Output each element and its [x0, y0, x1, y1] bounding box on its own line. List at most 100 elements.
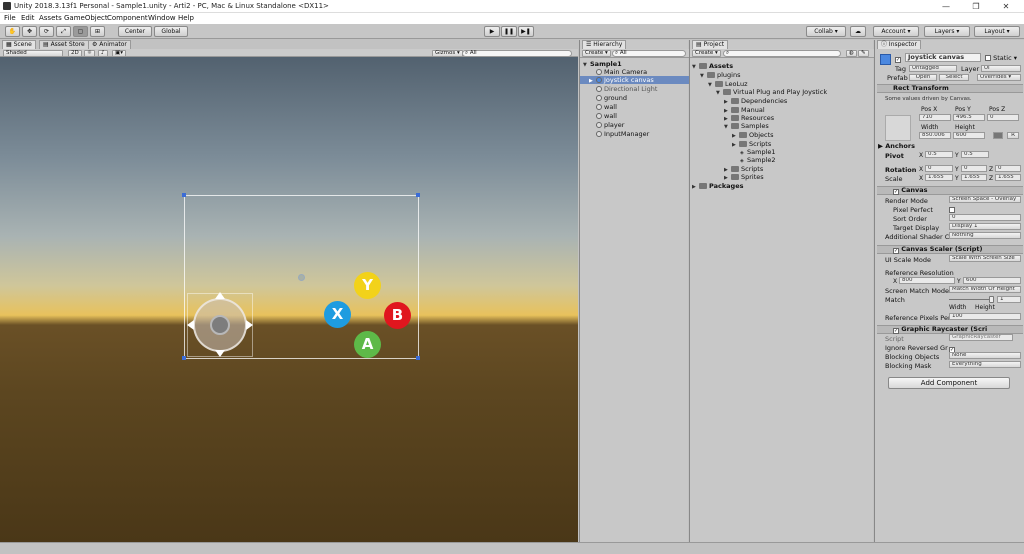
list-item[interactable]: wall [596, 103, 617, 111]
scene-view[interactable]: Y X B A [0, 49, 578, 542]
close-button[interactable]: ✕ [992, 0, 1020, 13]
button-a[interactable]: A [354, 331, 381, 358]
canvas-header[interactable]: ✓ Canvas [877, 186, 1023, 195]
2d-toggle[interactable]: 2D [68, 50, 82, 57]
lighting-toggle-icon[interactable]: ☼ [84, 50, 95, 57]
canvas-enabled-checkbox[interactable]: ✓ [893, 189, 899, 195]
gizmos-dropdown[interactable]: Gizmos ▾ [432, 50, 463, 57]
menu-file[interactable]: File [4, 14, 16, 22]
maximize-button[interactable]: ❐ [962, 0, 990, 13]
pivot-y-input[interactable]: 0.5 [961, 151, 989, 158]
audio-toggle-icon[interactable]: ♪ [98, 50, 108, 57]
prefab-open-button[interactable]: Open [909, 74, 937, 81]
button-x[interactable]: X [324, 301, 351, 328]
filter-label-icon[interactable]: ✎ [858, 50, 869, 57]
menu-edit[interactable]: Edit [21, 14, 35, 22]
target-display-dropdown[interactable]: Display 1 [949, 223, 1021, 230]
project-create-dropdown[interactable]: Create ▾ [692, 50, 721, 57]
hierarchy-search-input[interactable]: ⌕ All [612, 50, 686, 57]
file-item[interactable]: ◈ Sample2 [740, 156, 776, 164]
canvas-scaler-enabled-checkbox[interactable]: ✓ [893, 248, 899, 254]
anchors-foldout[interactable]: ▶ Anchors [878, 142, 915, 150]
tab-asset-store[interactable]: ▤ Asset Store [39, 40, 89, 49]
scene-search-input[interactable]: ⌕ All [462, 50, 572, 57]
scale-tool-icon[interactable]: ⤢ [56, 26, 71, 37]
folder-item[interactable]: ▶ Manual [724, 106, 765, 114]
reference-ppu-input[interactable]: 100 [949, 313, 1021, 320]
transform-tool-icon[interactable]: ⊞ [90, 26, 105, 37]
effects-toggle-icon[interactable]: ▣▾ [112, 50, 126, 57]
rect-tool-icon[interactable]: ▢ [73, 26, 88, 37]
static-checkbox[interactable] [985, 55, 991, 61]
tag-dropdown[interactable]: Untagged [909, 65, 957, 72]
screen-match-mode-dropdown[interactable]: Match Width Or Height [949, 286, 1021, 293]
additional-shader-dropdown[interactable]: Nothing [949, 232, 1021, 239]
menu-gameobject[interactable]: GameObject [64, 14, 108, 22]
menu-component[interactable]: Component [107, 14, 148, 22]
rot-y-input[interactable]: 0 [961, 165, 987, 172]
list-item[interactable]: InputManager [596, 130, 649, 138]
folder-item[interactable]: ▼ Virtual Plug and Play Joystick [716, 88, 827, 96]
sort-order-input[interactable]: 0 [949, 214, 1021, 221]
raw-edit-button[interactable]: R [1007, 132, 1019, 139]
prefab-select-button[interactable]: Select [939, 74, 969, 81]
pause-button[interactable]: ❚❚ [501, 26, 517, 37]
ref-res-y-input[interactable]: 600 [963, 277, 1021, 284]
graphic-raycaster-header[interactable]: ✓ Graphic Raycaster (Scri [877, 325, 1023, 334]
tab-animator[interactable]: ⚙ Animator [88, 40, 131, 49]
layer-dropdown[interactable]: UI [981, 65, 1021, 72]
folder-item[interactable]: ▶ Dependencies [724, 97, 787, 105]
anchor-preset-icon[interactable] [885, 115, 911, 141]
folder-item[interactable]: ▶ Resources [724, 114, 774, 122]
match-slider-track[interactable] [949, 299, 993, 300]
space-toggle[interactable]: Global [154, 26, 188, 37]
move-tool-icon[interactable]: ✥ [22, 26, 37, 37]
tab-project[interactable]: ▤ Project [692, 40, 729, 49]
rect-handle-tl[interactable] [182, 193, 186, 197]
prefab-overrides-dropdown[interactable]: Overrides ▾ [977, 74, 1021, 81]
hand-tool-icon[interactable]: ✋ [5, 26, 20, 37]
active-checkbox[interactable]: ✓ [895, 57, 901, 63]
ui-scale-mode-dropdown[interactable]: Scale With Screen Size [949, 255, 1021, 262]
object-name-input[interactable]: Joystick canvas [905, 53, 981, 62]
raycaster-enabled-checkbox[interactable]: ✓ [893, 328, 899, 334]
posy-input[interactable]: 496.5 [953, 114, 985, 121]
canvas-scaler-header[interactable]: ✓ Canvas Scaler (Script) [877, 245, 1023, 254]
blocking-objects-dropdown[interactable]: None [949, 352, 1021, 359]
render-mode-dropdown[interactable]: Screen Space - Overlay [949, 196, 1021, 203]
blocking-mask-dropdown[interactable]: Everything [949, 361, 1021, 368]
folder-item[interactable]: ▶ Sprites [724, 173, 764, 181]
filter-type-icon[interactable]: ◍ [846, 50, 857, 57]
list-item[interactable]: Directional Light [596, 85, 657, 93]
list-item[interactable]: Main Camera [596, 68, 647, 76]
pivot-circle-icon[interactable] [298, 274, 305, 281]
list-item[interactable]: player [596, 121, 624, 129]
minimize-button[interactable]: — [932, 0, 960, 13]
layout-dropdown[interactable]: Layout ▾ [974, 26, 1020, 37]
folder-item[interactable]: ▶ Scripts [732, 140, 771, 148]
folder-item[interactable]: ▼ plugins [700, 71, 741, 79]
hierarchy-create-dropdown[interactable]: Create ▾ [582, 50, 611, 57]
rect-handle-bl[interactable] [182, 356, 186, 360]
folder-item[interactable]: ▶ Objects [732, 131, 774, 139]
folder-item[interactable]: ▶ Scripts [724, 165, 763, 173]
folder-item[interactable]: ▼ LeoLuz [708, 80, 748, 88]
list-item[interactable]: ground [596, 94, 627, 102]
joystick-knob[interactable] [210, 315, 230, 335]
rotate-tool-icon[interactable]: ⟳ [39, 26, 54, 37]
play-button[interactable]: ▶ [484, 26, 500, 37]
tab-scene[interactable]: ▦ Scene [2, 40, 36, 49]
file-item[interactable]: ◈ Sample1 [740, 148, 776, 156]
match-slider-thumb[interactable] [989, 296, 994, 303]
blueprint-mode-icon[interactable] [993, 132, 1003, 139]
menu-help[interactable]: Help [178, 14, 194, 22]
pivot-x-input[interactable]: 0.5 [925, 151, 953, 158]
scene-root[interactable]: ▼ Sample1 [583, 60, 622, 68]
menu-assets[interactable]: Assets [39, 14, 62, 22]
pivot-toggle[interactable]: Center [118, 26, 152, 37]
rect-handle-tr[interactable] [416, 193, 420, 197]
rot-x-input[interactable]: 0 [925, 165, 953, 172]
posz-input[interactable]: 0 [987, 114, 1019, 121]
scale-x-input[interactable]: 1.655 [925, 174, 953, 181]
tab-inspector[interactable]: ⓘ Inspector [877, 40, 921, 49]
